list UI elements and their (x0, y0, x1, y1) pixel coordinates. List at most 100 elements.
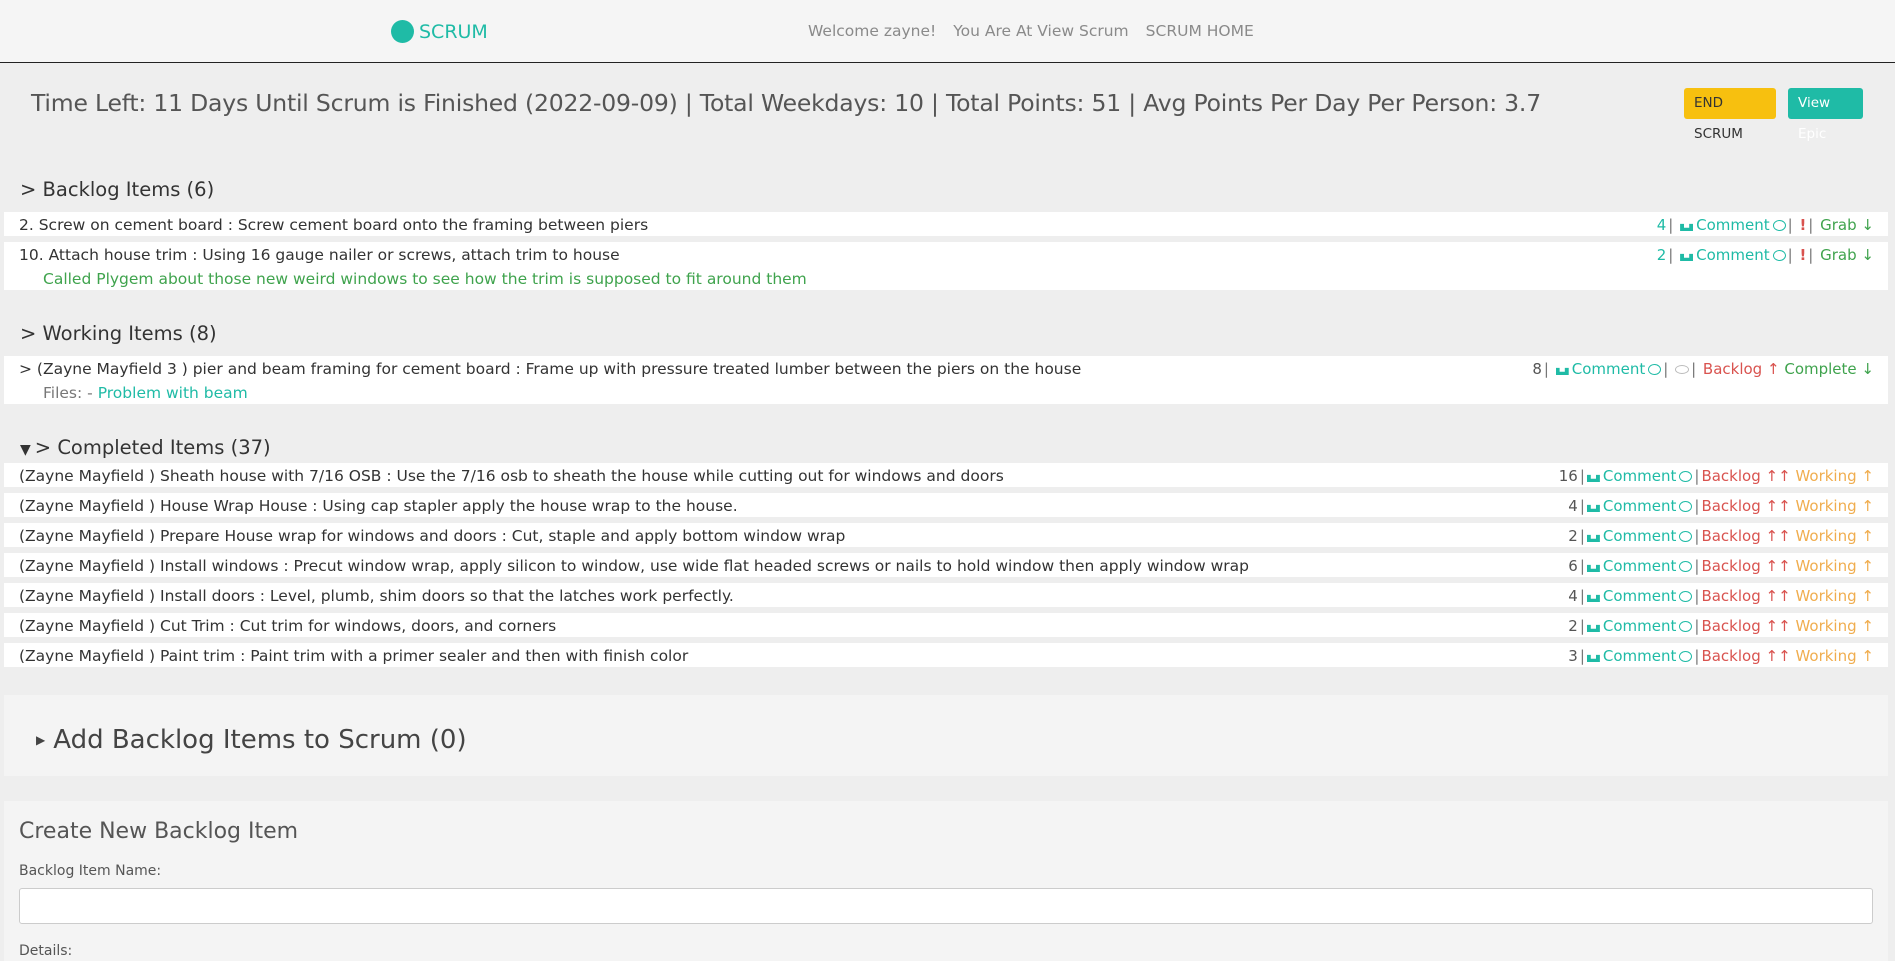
working-link[interactable]: Working ↑ (1791, 467, 1874, 485)
backlog-section-title[interactable]: > Backlog Items (6) (20, 178, 214, 201)
comment-icon (1679, 561, 1693, 572)
backlog-row: 10. Attach house trim : Using 16 gauge n… (4, 242, 1888, 290)
upload-icon (1586, 589, 1600, 602)
arrow-up-icon: ↑ (1861, 587, 1874, 605)
upload-icon (1586, 529, 1600, 542)
exclamation-icon[interactable]: ! (1799, 246, 1806, 264)
working-link[interactable]: Working ↑ (1791, 557, 1874, 575)
completed-section-title[interactable]: ▼ > Completed Items (37) (20, 436, 271, 459)
backlog-link[interactable]: Backlog ↑↑ (1701, 587, 1790, 605)
arrow-down-icon: ↓ (1861, 216, 1874, 234)
comment-link[interactable]: Comment (1586, 557, 1693, 575)
points-value: 2 (1656, 246, 1667, 264)
completed-row: (Zayne Mayfield ) Install doors : Level,… (4, 583, 1888, 607)
comment-icon (1679, 651, 1693, 662)
comment-link[interactable]: Comment (1680, 216, 1786, 234)
completed-item-actions: 4 | Comment | Backlog ↑↑ Working ↑ (1568, 497, 1874, 515)
double-arrow-up-icon: ↑↑ (1765, 617, 1791, 635)
working-section-title[interactable]: > Working Items (8) (20, 322, 217, 345)
points-value: 4 (1568, 497, 1578, 515)
scrum-home-link[interactable]: SCRUM HOME (1146, 22, 1254, 40)
working-link[interactable]: Working ↑ (1791, 617, 1874, 635)
upload-icon (1680, 218, 1694, 231)
points-value: 16 (1558, 467, 1578, 485)
brand-link[interactable]: SCRUM (391, 20, 488, 43)
eye-icon[interactable] (1675, 365, 1690, 374)
arrow-up-icon: ↑ (1766, 360, 1780, 378)
backlog-link[interactable]: Backlog ↑↑ (1701, 467, 1790, 485)
caret-right-icon: ▶ (36, 733, 46, 747)
arrow-down-icon: ↓ (1861, 246, 1874, 264)
upload-icon (1586, 469, 1600, 482)
comment-icon (1648, 364, 1662, 375)
backlog-item-actions: 4 | Comment | ! | Grab ↓ (1656, 216, 1874, 234)
brand-logo-icon (391, 20, 414, 43)
points-value: 6 (1568, 557, 1578, 575)
arrow-up-icon: ↑ (1861, 557, 1874, 575)
comment-icon (1772, 250, 1786, 261)
points-value: 8 (1532, 360, 1542, 378)
backlog-link[interactable]: Backlog ↑↑ (1701, 557, 1790, 575)
upload-icon (1586, 649, 1600, 662)
backlog-link[interactable]: Backlog ↑↑ (1701, 647, 1790, 665)
backlog-link[interactable]: Backlog ↑ (1703, 360, 1780, 378)
view-epic-button[interactable]: View Epic (1788, 88, 1863, 142)
completed-item-text: (Zayne Mayfield ) Paint trim : Paint tri… (19, 647, 689, 665)
files-line: Files: - Problem with beam (43, 384, 248, 402)
exclamation-icon[interactable]: ! (1799, 216, 1806, 234)
working-item-actions: 8 | Comment | | Backlog ↑ Complete ↓ (1532, 360, 1874, 378)
file-link[interactable]: Problem with beam (98, 384, 248, 402)
comment-icon (1679, 501, 1693, 512)
add-backlog-toggle[interactable]: ▶ Add Backlog Items to Scrum (0) (36, 725, 467, 755)
backlog-name-label: Backlog Item Name: (19, 863, 162, 879)
comment-link[interactable]: Comment (1586, 527, 1693, 545)
comment-link[interactable]: Comment (1586, 467, 1693, 485)
points-value: 4 (1568, 587, 1578, 605)
end-scrum-button[interactable]: END SCRUM (1684, 88, 1776, 142)
grab-link[interactable]: Grab ↓ (1820, 246, 1874, 264)
create-backlog-panel: Create New Backlog Item Backlog Item Nam… (4, 801, 1888, 961)
backlog-item-note: Called Plygem about those new weird wind… (43, 270, 807, 288)
double-arrow-up-icon: ↑↑ (1765, 467, 1791, 485)
details-label: Details: (19, 943, 73, 959)
completed-row: (Zayne Mayfield ) Prepare House wrap for… (4, 523, 1888, 547)
double-arrow-up-icon: ↑↑ (1765, 587, 1791, 605)
completed-row: (Zayne Mayfield ) Sheath house with 7/16… (4, 463, 1888, 487)
completed-item-actions: 6 | Comment | Backlog ↑↑ Working ↑ (1568, 557, 1874, 575)
working-row: > (Zayne Mayfield 3 ) pier and beam fram… (4, 356, 1888, 404)
completed-item-actions: 3 | Comment | Backlog ↑↑ Working ↑ (1568, 647, 1874, 665)
backlog-link[interactable]: Backlog ↑↑ (1701, 527, 1790, 545)
upload-icon (1586, 499, 1600, 512)
comment-link[interactable]: Comment (1586, 497, 1693, 515)
grab-link[interactable]: Grab ↓ (1820, 216, 1874, 234)
comment-link[interactable]: Comment (1586, 647, 1693, 665)
files-label: Files: - (43, 384, 93, 402)
arrow-up-icon: ↑ (1861, 497, 1874, 515)
working-link[interactable]: Working ↑ (1791, 587, 1874, 605)
double-arrow-up-icon: ↑↑ (1765, 497, 1791, 515)
comment-link[interactable]: Comment (1586, 587, 1693, 605)
backlog-link[interactable]: Backlog ↑↑ (1701, 617, 1790, 635)
comment-link[interactable]: Comment (1586, 617, 1693, 635)
working-link[interactable]: Working ↑ (1791, 497, 1874, 515)
completed-row: (Zayne Mayfield ) Install windows : Prec… (4, 553, 1888, 577)
completed-item-text: (Zayne Mayfield ) Prepare House wrap for… (19, 527, 846, 545)
working-link[interactable]: Working ↑ (1791, 527, 1874, 545)
welcome-text: Welcome zayne! (808, 22, 937, 40)
comment-link[interactable]: Comment (1680, 246, 1786, 264)
backlog-name-input[interactable] (19, 888, 1873, 924)
upload-icon (1586, 559, 1600, 572)
backlog-item-text: 10. Attach house trim : Using 16 gauge n… (19, 246, 620, 264)
backlog-link[interactable]: Backlog ↑↑ (1701, 497, 1790, 515)
brand-label: SCRUM (419, 20, 488, 43)
scrum-summary: Time Left: 11 Days Until Scrum is Finish… (31, 89, 1541, 117)
points-value: 2 (1568, 527, 1578, 545)
completed-item-text: (Zayne Mayfield ) Sheath house with 7/16… (19, 467, 1004, 485)
comment-icon (1679, 621, 1693, 632)
comment-link[interactable]: Comment (1555, 360, 1662, 378)
completed-item-actions: 16 | Comment | Backlog ↑↑ Working ↑ (1558, 467, 1874, 485)
working-link[interactable]: Working ↑ (1791, 647, 1874, 665)
complete-link[interactable]: Complete ↓ (1784, 360, 1874, 378)
completed-item-actions: 2 | Comment | Backlog ↑↑ Working ↑ (1568, 617, 1874, 635)
create-title: Create New Backlog Item (19, 819, 299, 844)
